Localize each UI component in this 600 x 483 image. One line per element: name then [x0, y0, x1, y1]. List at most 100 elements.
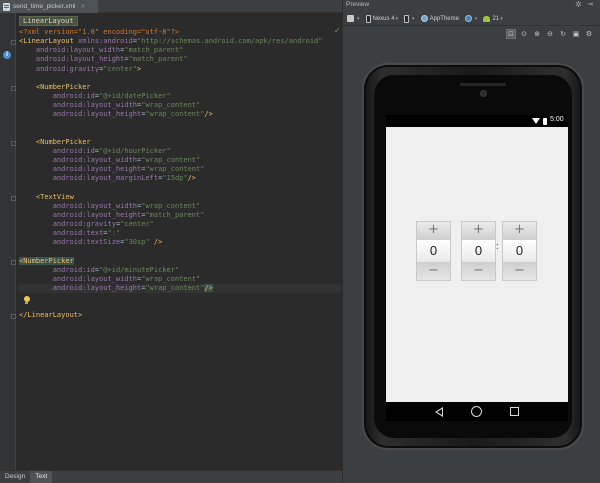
- lightbulb-icon[interactable]: [23, 296, 30, 304]
- theme-icon: [420, 15, 428, 22]
- code-line[interactable]: android:layout_height="match_parent": [19, 211, 341, 220]
- code-line[interactable]: android:layout_height="wrap_content"/>: [19, 283, 341, 294]
- code-line[interactable]: android:layout_height="wrap_content"/>: [19, 110, 341, 119]
- code-line[interactable]: android:layout_marginLeft="15dp"/>: [19, 174, 341, 183]
- fold-marker-icon[interactable]: [11, 85, 16, 91]
- code-token: "@+id/minutePicker": [99, 265, 180, 274]
- recents-icon[interactable]: [510, 407, 519, 416]
- minute-picker[interactable]: + 0 −: [502, 221, 537, 281]
- decrement-button[interactable]: −: [462, 263, 495, 280]
- tab-design[interactable]: Design: [0, 471, 30, 483]
- xml-file-icon: [3, 2, 10, 11]
- code-line[interactable]: android:text=":": [19, 229, 341, 238]
- hide-panel-icon[interactable]: ⇥: [587, 0, 593, 8]
- file-tab[interactable]: send_time_picker.xml ×: [0, 0, 98, 13]
- code-token: "@+id/hourPicker": [99, 146, 171, 155]
- theme-dropdown[interactable]: AppTheme: [420, 15, 459, 22]
- code-line[interactable]: android:textSize="30sp" />: [19, 238, 341, 247]
- code-line[interactable]: android:layout_width="wrap_content": [19, 275, 341, 284]
- code-line[interactable]: android:layout_height="wrap_content": [19, 165, 341, 174]
- picker-value[interactable]: 0: [417, 239, 450, 263]
- device-dropdown[interactable]: Nexus 4 ▾: [365, 14, 398, 23]
- code-line[interactable]: <NumberPicker: [11, 256, 341, 266]
- code-line[interactable]: android:layout_width="match_parent": [19, 46, 341, 55]
- code-token: android:layout_width: [35, 46, 121, 55]
- code-line[interactable]: <NumberPicker: [11, 83, 341, 92]
- code-line[interactable]: android:id="@+id/hourPicker": [19, 147, 341, 156]
- code-line[interactable]: [19, 183, 341, 192]
- layout-file-dropdown[interactable]: ▾: [347, 15, 360, 22]
- code-token: android:layout_width: [52, 155, 138, 164]
- line-gutter: i: [0, 13, 16, 471]
- zoom-out-icon[interactable]: ⊖: [545, 29, 555, 39]
- code-line[interactable]: </LinearLayout>: [11, 311, 341, 320]
- speaker-grille: [460, 83, 506, 86]
- fold-marker-icon[interactable]: [11, 40, 16, 46]
- code-line[interactable]: android:layout_height="match_parent": [19, 55, 341, 64]
- decrement-button[interactable]: −: [503, 263, 536, 280]
- device-label: Nexus 4: [372, 15, 395, 22]
- code-token: "wrap_content": [141, 201, 201, 210]
- code-token: <NumberPicker: [35, 137, 91, 146]
- hour-picker[interactable]: + 0 −: [461, 221, 496, 281]
- preview-title: Preview: [346, 1, 370, 8]
- decrement-button[interactable]: −: [417, 263, 450, 280]
- code-line[interactable]: android:id="@+id/datePicker": [19, 92, 341, 101]
- fold-marker-icon[interactable]: [11, 140, 16, 146]
- code-editor[interactable]: send_time_picker.xml × i LinearLayout ✓ …: [0, 0, 342, 483]
- back-icon[interactable]: [435, 407, 443, 417]
- code-line[interactable]: android:layout_width="wrap_content": [19, 202, 341, 211]
- code-line[interactable]: android:gravity="center">: [19, 65, 341, 74]
- info-icon[interactable]: i: [3, 51, 11, 59]
- code-line[interactable]: android:layout_width="wrap_content": [19, 101, 341, 110]
- navigation-bar: [386, 402, 568, 421]
- picker-value[interactable]: 0: [503, 239, 536, 263]
- increment-button[interactable]: +: [503, 222, 536, 239]
- close-tab-icon[interactable]: ×: [81, 3, 86, 10]
- code-token: android:layout_marginLeft: [52, 174, 159, 183]
- tab-text[interactable]: Text: [30, 471, 53, 483]
- code-line[interactable]: <NumberPicker: [11, 137, 341, 147]
- code-token: android:layout_height: [35, 55, 125, 64]
- breadcrumb[interactable]: LinearLayout: [19, 16, 78, 26]
- code-line[interactable]: <TextView: [11, 193, 341, 202]
- zoom-in-icon[interactable]: ⊕: [532, 29, 542, 39]
- code-line[interactable]: [19, 74, 341, 83]
- fold-marker-icon[interactable]: [11, 195, 16, 201]
- code-token: "http://schemas.android.com/apk/res/andr…: [137, 37, 323, 46]
- code-line[interactable]: [19, 247, 341, 256]
- fold-marker-icon[interactable]: [11, 259, 16, 265]
- code-line[interactable]: <?xml version="1.0" encoding="utf-8"?>: [19, 28, 341, 37]
- locale-dropdown[interactable]: ▾: [464, 15, 477, 22]
- home-icon[interactable]: [471, 406, 482, 417]
- code-line[interactable]: [19, 119, 341, 128]
- code-line[interactable]: android:layout_width="wrap_content": [19, 156, 341, 165]
- refresh-icon[interactable]: ↻: [558, 29, 568, 39]
- code-token: "center": [120, 219, 154, 228]
- zoom-actual-icon[interactable]: ⊙: [519, 29, 529, 39]
- file-tab-label: send_time_picker.xml: [13, 3, 76, 10]
- zoom-fit-icon[interactable]: ⊡: [506, 29, 516, 39]
- code-line[interactable]: [19, 302, 341, 311]
- orientation-button[interactable]: ▾: [404, 14, 415, 23]
- fold-marker-icon[interactable]: [11, 314, 16, 320]
- code-line[interactable]: <LinearLayout xmlns:android="http://sche…: [11, 37, 341, 46]
- code-area[interactable]: <?xml version="1.0" encoding="utf-8"?> <L…: [11, 28, 341, 321]
- status-bar: 5:00: [386, 115, 568, 127]
- code-line[interactable]: [19, 129, 341, 138]
- settings-icon[interactable]: ⚙: [584, 29, 594, 39]
- screenshot-icon[interactable]: ▣: [571, 29, 581, 39]
- code-line[interactable]: [19, 293, 341, 302]
- code-line[interactable]: android:id="@+id/minutePicker": [19, 266, 341, 275]
- increment-button[interactable]: +: [417, 222, 450, 239]
- picker-value[interactable]: 0: [462, 239, 495, 263]
- date-picker[interactable]: + 0 −: [416, 221, 451, 281]
- increment-button[interactable]: +: [462, 222, 495, 239]
- code-line[interactable]: android:gravity="center": [19, 220, 341, 229]
- gear-icon[interactable]: ✲: [575, 0, 582, 9]
- editor-mode-tabs: Design Text: [0, 470, 342, 483]
- api-level-dropdown[interactable]: 21 ▾: [483, 15, 503, 22]
